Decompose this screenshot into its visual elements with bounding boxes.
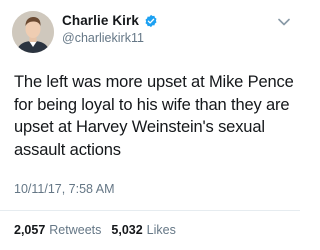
likes-stat[interactable]: 5,032 Likes (111, 223, 175, 237)
divider (0, 210, 300, 211)
tweet-timestamp[interactable]: 10/11/17, 7:58 AM (14, 182, 115, 196)
retweets-stat[interactable]: 2,057 Retweets (14, 223, 101, 237)
author-name-row: Charlie Kirk (62, 13, 158, 28)
author-display-name[interactable]: Charlie Kirk (62, 13, 139, 28)
tweet-card: Charlie Kirk @charliekirk11 The left was… (0, 0, 300, 250)
author-handle[interactable]: @charliekirk11 (62, 31, 144, 45)
likes-label: Likes (146, 223, 176, 237)
tweet-text: The left was more upset at Mike Pence fo… (14, 73, 294, 159)
engagement-stats: 2,057 Retweets 5,032 Likes (14, 223, 176, 237)
likes-count: 5,032 (111, 223, 143, 237)
chevron-down-icon[interactable] (278, 13, 290, 26)
verified-badge-icon (144, 14, 158, 28)
retweets-count: 2,057 (14, 223, 46, 237)
retweets-label: Retweets (49, 223, 102, 237)
avatar[interactable] (12, 11, 54, 53)
